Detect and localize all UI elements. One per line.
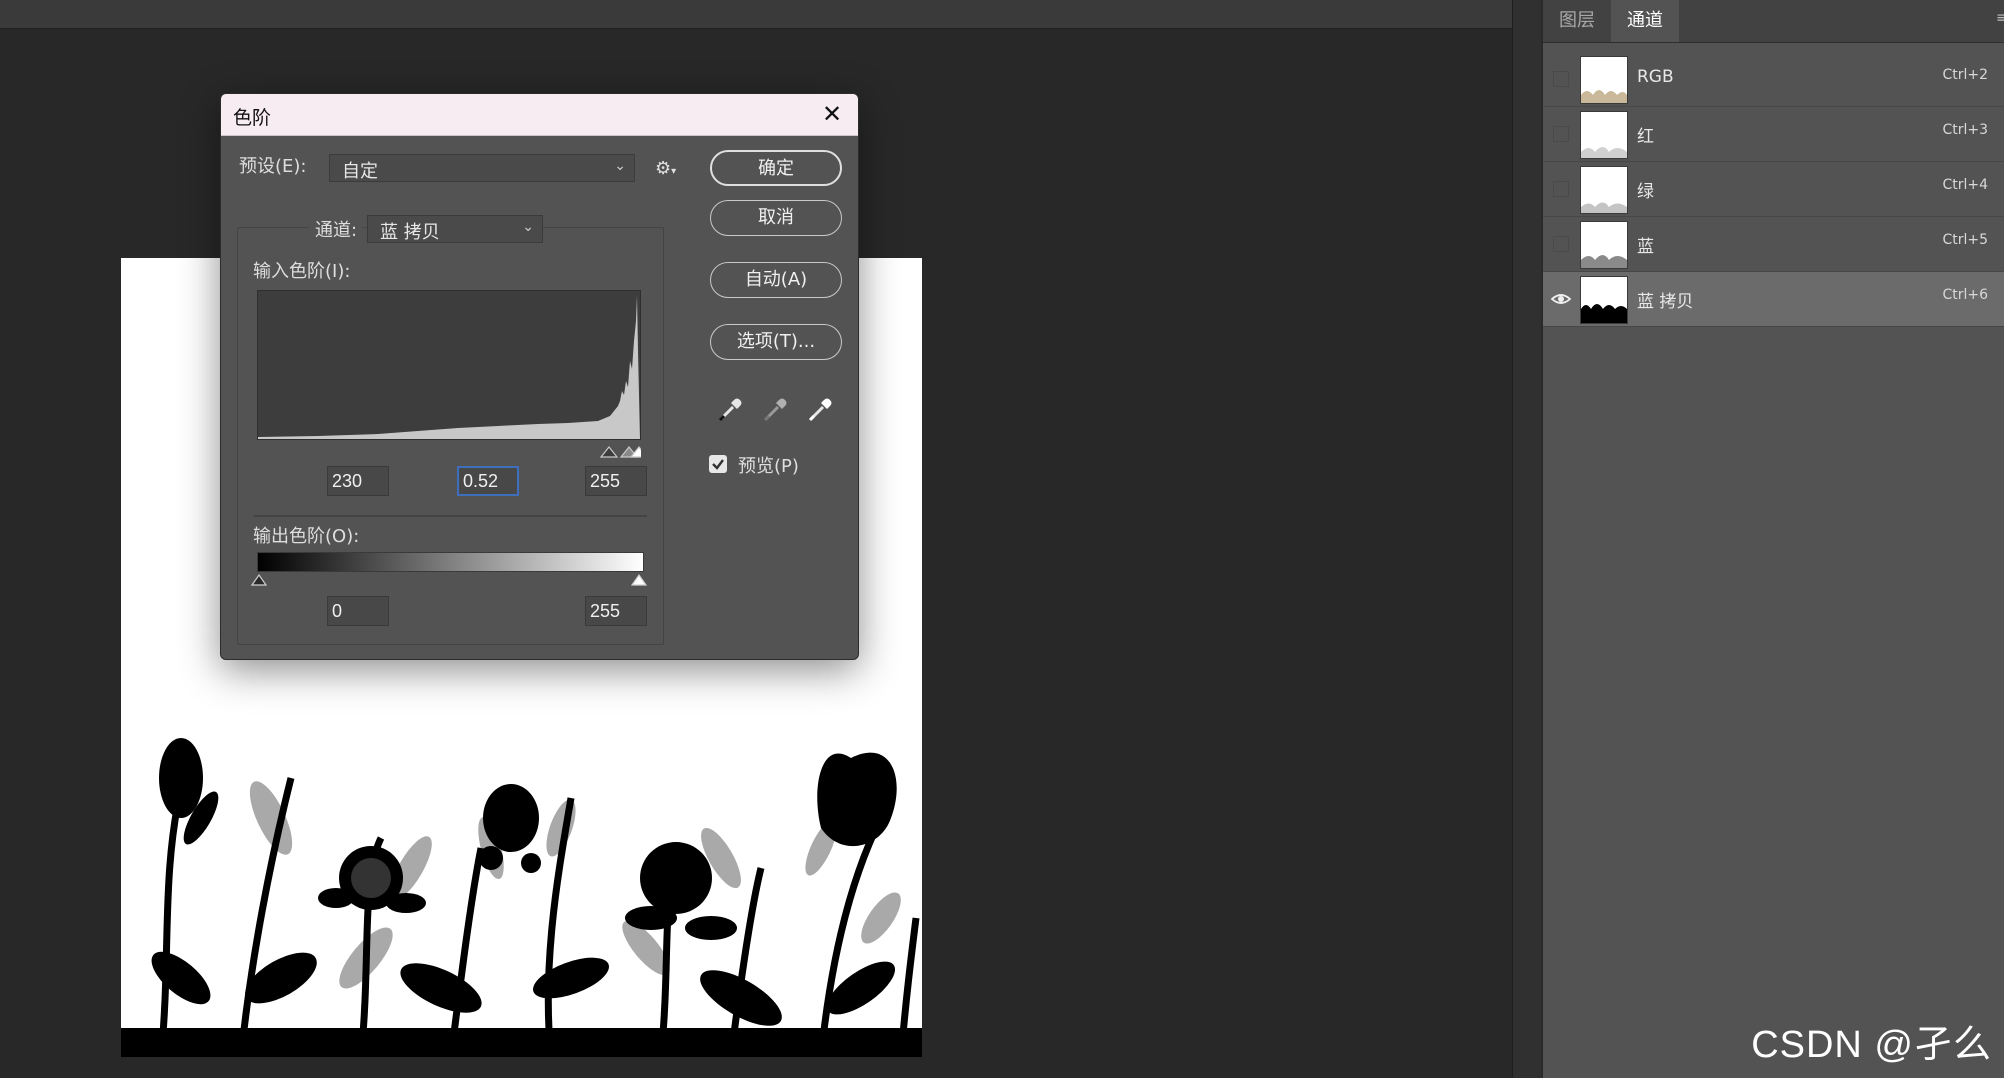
white-eyedropper-icon[interactable] — [805, 395, 835, 425]
output-levels-label: 输出色阶(O): — [253, 526, 360, 547]
tab-layers[interactable]: 图层 — [1543, 0, 1611, 42]
visibility-toggle[interactable] — [1553, 236, 1569, 252]
output-black-field[interactable] — [327, 596, 389, 626]
channel-shortcut: Ctrl+2 — [1942, 67, 1988, 83]
channel-label: 通道: — [309, 216, 364, 242]
output-white-field[interactable] — [585, 596, 647, 626]
channel-name: 红 — [1637, 127, 1654, 147]
options-button[interactable]: 选项(T)... — [710, 324, 842, 360]
eye-icon[interactable] — [1551, 290, 1571, 308]
visibility-toggle[interactable] — [1553, 126, 1569, 142]
channel-row-blue-copy[interactable]: 蓝 拷贝 Ctrl+6 — [1543, 272, 2004, 327]
preset-select[interactable]: 自定 ⌄ — [329, 154, 635, 182]
channel-select[interactable]: 蓝 拷贝 ⌄ — [367, 215, 543, 243]
ok-button[interactable]: 确定 — [710, 150, 842, 186]
output-gradient-bar — [257, 552, 644, 572]
preview-checkbox[interactable] — [709, 455, 727, 473]
divider — [254, 515, 647, 517]
preset-value: 自定 — [342, 161, 378, 182]
channels-panel: 图层 通道 ≡ RGB Ctrl+2 红 Ctrl+3 绿 Ctrl+4 蓝 C… — [1541, 0, 2004, 1078]
input-levels-label: 输入色阶(I): — [253, 261, 351, 282]
watermark: CSDN @孑么 — [1751, 1024, 1992, 1066]
channel-shortcut: Ctrl+3 — [1942, 122, 1988, 138]
channel-thumbnail — [1580, 111, 1628, 159]
input-white-field[interactable] — [585, 466, 647, 496]
channel-row-blue[interactable]: 蓝 Ctrl+5 — [1543, 217, 2004, 272]
channel-name: 绿 — [1637, 182, 1654, 202]
vertical-scrollbar[interactable] — [1512, 0, 1541, 1078]
visibility-toggle[interactable] — [1553, 181, 1569, 197]
channel-row-rgb[interactable]: RGB Ctrl+2 — [1543, 52, 2004, 107]
visibility-toggle[interactable] — [1553, 71, 1569, 87]
panel-menu-icon[interactable]: ≡ — [1996, 10, 2004, 30]
document-tab-bar — [0, 0, 1512, 29]
channel-shortcut: Ctrl+5 — [1942, 232, 1988, 248]
channel-value: 蓝 拷贝 — [380, 222, 440, 243]
channel-row-red[interactable]: 红 Ctrl+3 — [1543, 107, 2004, 162]
preview-label: 预览(P) — [738, 456, 799, 477]
tab-channels[interactable]: 通道 — [1611, 0, 1679, 42]
output-levels-slider[interactable] — [251, 572, 649, 586]
gear-icon[interactable]: ⚙▾ — [655, 158, 683, 180]
input-black-field[interactable] — [327, 466, 389, 496]
levels-dialog: 色阶 ✕ 预设(E): 自定 ⌄ ⚙▾ 通道: 蓝 拷贝 ⌄ 输入色阶(I): … — [220, 93, 859, 660]
channel-row-green[interactable]: 绿 Ctrl+4 — [1543, 162, 2004, 217]
chevron-down-icon: ⌄ — [522, 219, 534, 235]
panel-tabs: 图层 通道 ≡ — [1543, 0, 2004, 43]
channel-thumbnail — [1580, 276, 1628, 324]
channel-thumbnail — [1580, 221, 1628, 269]
channel-thumbnail — [1580, 166, 1628, 214]
channel-name: 蓝 拷贝 — [1637, 292, 1694, 312]
channel-shortcut: Ctrl+6 — [1942, 287, 1988, 303]
channel-name: 蓝 — [1637, 237, 1654, 257]
dialog-title: 色阶 — [233, 107, 272, 129]
gray-eyedropper-icon[interactable] — [760, 395, 790, 425]
channel-name: RGB — [1637, 67, 1674, 87]
black-eyedropper-icon[interactable] — [715, 395, 745, 425]
black-point-handle — [599, 446, 619, 458]
close-icon[interactable]: ✕ — [818, 100, 846, 128]
input-gamma-field[interactable] — [457, 466, 519, 496]
histogram — [257, 290, 641, 440]
dialog-title-bar[interactable]: 色阶 ✕ — [221, 94, 858, 136]
input-levels-slider[interactable] — [257, 443, 649, 459]
cancel-button[interactable]: 取消 — [710, 200, 842, 236]
chevron-down-icon: ⌄ — [614, 158, 626, 174]
checkmark-icon — [712, 459, 724, 470]
auto-button[interactable]: 自动(A) — [710, 262, 842, 298]
preset-label: 预设(E): — [239, 156, 307, 177]
channel-thumbnail — [1580, 56, 1628, 104]
channel-shortcut: Ctrl+4 — [1942, 177, 1988, 193]
